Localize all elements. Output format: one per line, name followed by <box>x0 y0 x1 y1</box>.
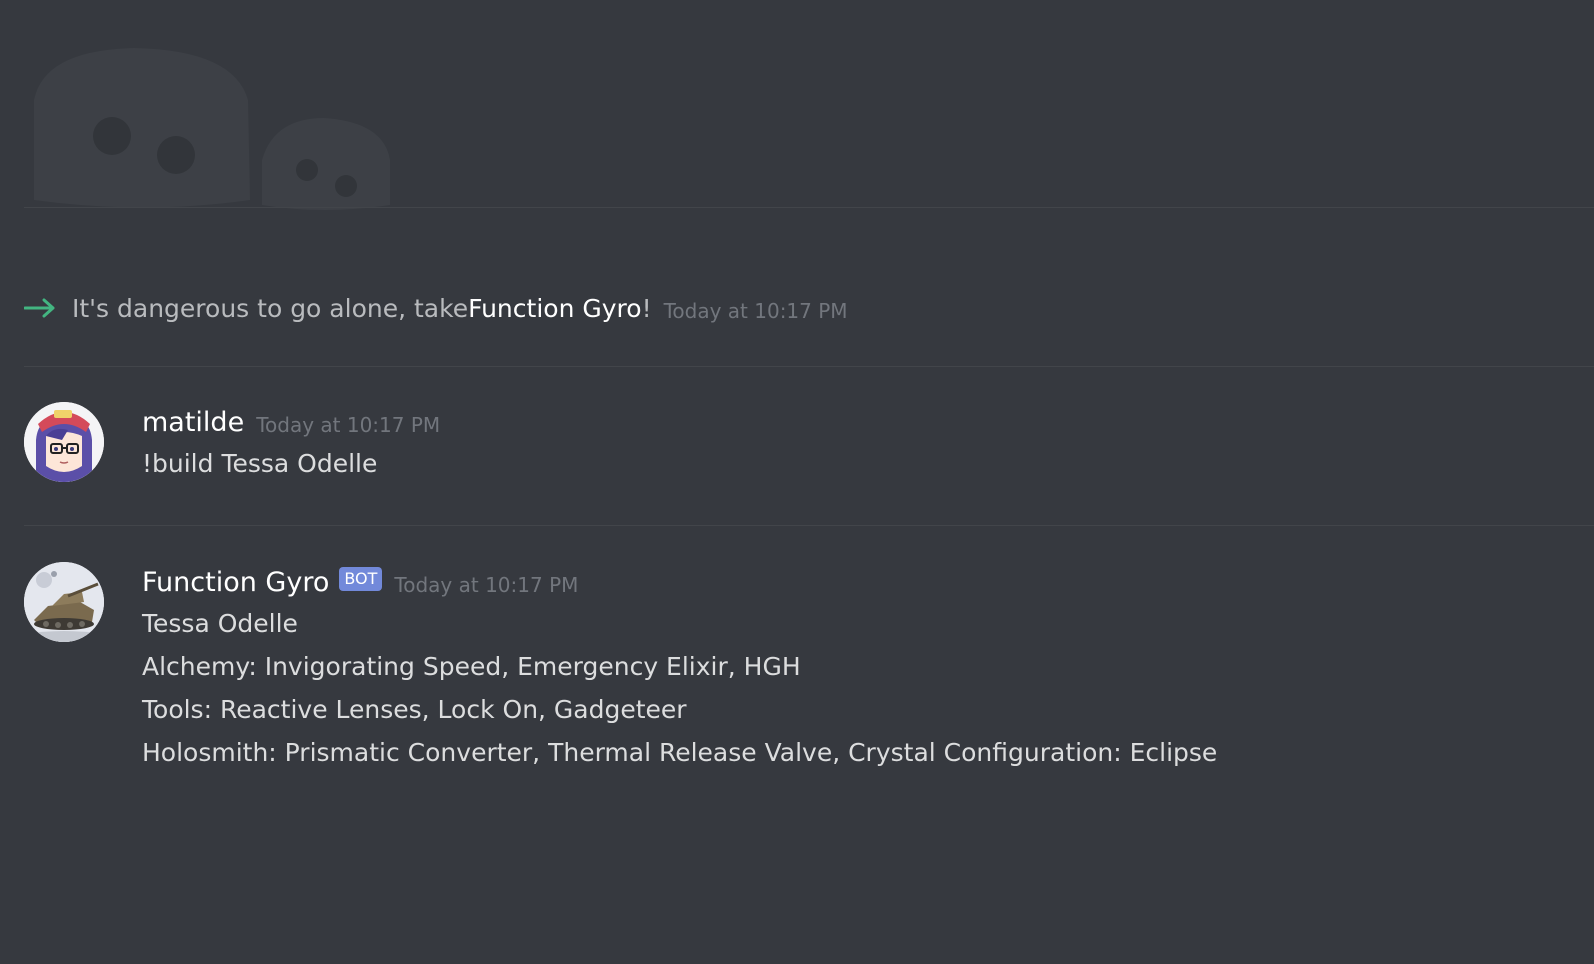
message-timestamp[interactable]: Today at 10:17 PM <box>394 573 578 597</box>
message-content: Tools: Reactive Lenses, Lock On, Gadgete… <box>142 695 687 724</box>
message-content: !build Tessa Odelle <box>142 449 378 478</box>
anime-girl-avatar-icon <box>24 402 104 482</box>
join-text: It's dangerous to go alone, take <box>72 293 469 323</box>
divider <box>24 207 1594 208</box>
message-body: Function Gyro BOT Today at 10:17 PM Tess… <box>142 562 1594 774</box>
username[interactable]: Function Gyro <box>142 567 329 598</box>
message-content: Alchemy: Invigorating Speed, Emergency E… <box>142 652 801 681</box>
join-text-end: ! <box>641 293 652 323</box>
message-timestamp[interactable]: Today at 10:17 PM <box>664 299 848 323</box>
message-header: matilde Today at 10:17 PM <box>142 402 1594 442</box>
join-message: It's dangerous to go alone, take Functio… <box>24 288 848 328</box>
join-username[interactable]: Function Gyro <box>468 294 641 323</box>
tank-avatar-icon <box>24 562 104 642</box>
message-body: matilde Today at 10:17 PM !build Tessa O… <box>142 402 1594 485</box>
message-content: Holosmith: Prismatic Converter, Thermal … <box>142 738 1218 767</box>
user-avatar[interactable] <box>24 402 104 482</box>
divider <box>24 525 1594 526</box>
chat-area: It's dangerous to go alone, take Functio… <box>0 0 1594 964</box>
bot-avatar[interactable] <box>24 562 104 642</box>
divider <box>24 366 1594 367</box>
bot-badge: BOT <box>339 567 383 591</box>
arrow-right-icon <box>24 298 55 318</box>
welcome-art-icon <box>34 48 390 210</box>
message-timestamp[interactable]: Today at 10:17 PM <box>256 413 440 437</box>
message-header: Function Gyro BOT Today at 10:17 PM <box>142 562 1594 602</box>
username[interactable]: matilde <box>142 407 244 438</box>
message-content: Tessa Odelle <box>142 609 298 638</box>
